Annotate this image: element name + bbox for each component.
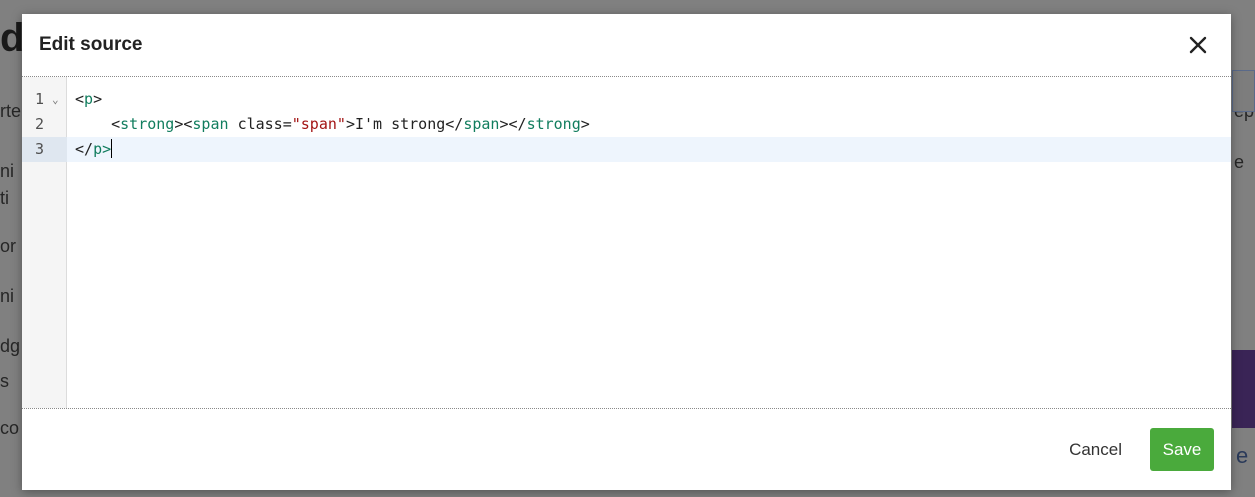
- background-text: d: [0, 16, 25, 60]
- line-number-text: 2: [35, 115, 45, 133]
- close-icon: [1189, 36, 1207, 54]
- code-token: I'm strong: [354, 115, 446, 133]
- code-line-1[interactable]: 1 ⌄ <p>: [22, 87, 1231, 112]
- code-token: p: [84, 90, 94, 108]
- code-token: >: [345, 115, 355, 133]
- code-token: <p>: [75, 90, 102, 108]
- code-token: <strong>: [111, 115, 184, 133]
- dialog-title: Edit source: [39, 34, 143, 55]
- dialog-footer: Cancel Save: [22, 409, 1231, 490]
- text-cursor: [111, 139, 113, 158]
- line-number-text: 3: [35, 140, 45, 158]
- code-token: >: [102, 140, 112, 158]
- code-text: <strong><span class="span">I'm strong</s…: [75, 112, 590, 137]
- code-token: <span: [183, 115, 229, 133]
- background-text: or: [0, 236, 17, 256]
- background-panel: [1232, 70, 1255, 112]
- code-token: </strong>: [508, 115, 590, 133]
- code-text: <p>: [75, 87, 102, 112]
- code-lines[interactable]: 1 ⌄ <p> 2 <strong><span class="span">I'm…: [22, 87, 1231, 162]
- line-number: 3: [22, 137, 67, 162]
- background-text: dg: [0, 336, 21, 356]
- close-button[interactable]: [1183, 30, 1213, 60]
- background-text: ti: [0, 188, 9, 208]
- code-editor[interactable]: 1 ⌄ <p> 2 <strong><span class="span">I'm…: [22, 76, 1231, 409]
- line-number: 1 ⌄: [22, 87, 67, 112]
- background-banner: [1232, 350, 1255, 428]
- edit-source-dialog: Edit source 1 ⌄ <p> 2 <strong><span clas…: [22, 14, 1231, 490]
- code-token: "span": [291, 115, 346, 133]
- code-token: class=: [237, 115, 292, 133]
- code-token: p: [93, 140, 103, 158]
- line-number-text: 1: [35, 90, 45, 108]
- background-text: s: [0, 371, 9, 391]
- code-token: </span>: [445, 115, 509, 133]
- dialog-header: Edit source: [22, 14, 1231, 76]
- code-line-3[interactable]: 3 </p>: [22, 137, 1231, 162]
- background-text: ni: [0, 286, 15, 306]
- background-text: co: [0, 418, 20, 438]
- cancel-button[interactable]: Cancel: [1055, 430, 1136, 470]
- background-text: ni: [0, 161, 15, 181]
- background-text: rte: [0, 101, 22, 121]
- code-text: </p>: [75, 137, 113, 162]
- code-token: >: [93, 90, 103, 108]
- code-line-2[interactable]: 2 <strong><span class="span">I'm strong<…: [22, 112, 1231, 137]
- fold-chevron-icon[interactable]: ⌄: [52, 87, 59, 112]
- background-text: e: [1236, 443, 1249, 468]
- background-text: e: [1234, 152, 1245, 172]
- save-button[interactable]: Save: [1150, 428, 1214, 471]
- code-token: </: [75, 140, 94, 158]
- line-number: 2: [22, 112, 67, 137]
- code-token: <: [75, 90, 85, 108]
